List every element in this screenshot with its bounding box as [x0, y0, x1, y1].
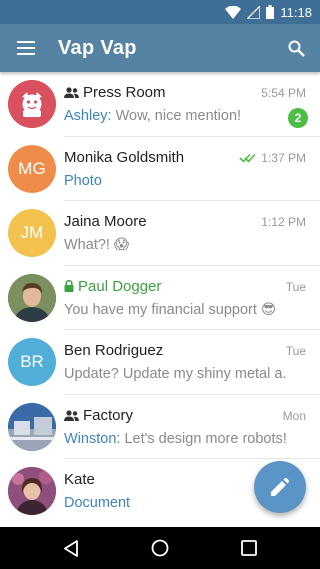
menu-button[interactable]: [2, 24, 50, 72]
chat-row-monika-goldsmith[interactable]: MG Monika Goldsmith 1:37 PM Photo: [0, 137, 320, 201]
message-text: Wow, nice mention!: [111, 108, 242, 124]
chat-name: Jaina Moore: [64, 213, 147, 230]
profile-photo: [8, 273, 56, 322]
avatar: JM: [8, 209, 56, 257]
back-icon: [63, 539, 78, 557]
app-title: Vap Vap: [58, 36, 137, 59]
home-icon: [151, 539, 169, 557]
recents-button[interactable]: [229, 528, 269, 568]
chat-message: Ashley: Wow, nice mention!: [64, 108, 242, 124]
navigation-bar: [0, 527, 320, 569]
chat-message: Photo: [64, 172, 102, 189]
chat-time: Tue: [285, 279, 306, 294]
chat-row-ben-rodriguez[interactable]: BR Ben Rodriguez Tue Update? Update my s…: [0, 330, 320, 395]
chat-name: Monika Goldsmith: [64, 149, 184, 166]
chat-name: Paul Dogger: [64, 278, 161, 295]
chat-time: 5:54 PM: [261, 86, 306, 100]
avatar: [8, 273, 56, 322]
compose-button[interactable]: [254, 461, 306, 513]
double-check-icon: [239, 153, 256, 163]
chat-message: Update? Update my shiny metal a...: [64, 366, 286, 382]
chat-message: What?! 😱: [64, 237, 130, 253]
avatar-initials: JM: [20, 223, 44, 242]
chat-name: Press Room: [64, 84, 166, 101]
dog-logo-icon: [8, 80, 56, 128]
avatar: [8, 467, 56, 515]
recents-icon: [241, 540, 258, 556]
chat-time: Tue: [285, 344, 306, 358]
chat-message: Winston: Let's design more robots!: [64, 430, 286, 447]
wifi-icon: [225, 5, 242, 19]
chat-message: Document: [64, 495, 131, 511]
chat-row-factory[interactable]: Factory Mon Winston: Let's design more r…: [0, 395, 320, 459]
chat-row-press-room[interactable]: Press Room 5:54 PM Ashley: Wow, nice men…: [0, 72, 320, 137]
profile-photo: [8, 467, 56, 515]
chat-name: Factory: [64, 407, 133, 424]
message-text: Let's design more robots!: [120, 430, 286, 447]
message-sender: Ashley: [64, 108, 108, 124]
search-icon: [288, 40, 305, 57]
avatar: [8, 80, 56, 128]
chat-list: Press Room 5:54 PM Ashley: Wow, nice men…: [0, 72, 320, 527]
chat-time: 1:12 PM: [261, 215, 306, 229]
hamburger-menu-icon: [17, 41, 35, 55]
chat-message: You have my financial support 😎: [64, 301, 277, 318]
chat-name: Kate: [64, 471, 95, 488]
group-icon: [64, 409, 79, 421]
battery-icon: [266, 5, 275, 19]
lock-icon: [64, 280, 74, 292]
group-photo: [8, 402, 56, 451]
chat-name-label: Press Room: [83, 84, 166, 101]
status-time: 11:18: [280, 4, 312, 20]
chat-time: 1:37 PM: [239, 151, 306, 165]
avatar: BR: [8, 338, 56, 386]
chat-name-label: Factory: [83, 406, 134, 424]
chat-name: Ben Rodriguez: [64, 342, 163, 359]
chat-row-jaina-moore[interactable]: JM Jaina Moore 1:12 PM What?! 😱: [0, 201, 320, 266]
group-icon: [64, 87, 79, 98]
avatar: MG: [8, 144, 56, 193]
avatar-initials: MG: [18, 158, 46, 178]
unread-badge: 2: [288, 108, 308, 128]
search-button[interactable]: [272, 24, 320, 72]
avatar: [8, 402, 56, 451]
chat-time: Mon: [282, 408, 306, 423]
chat-name-label: Kate: [64, 471, 95, 488]
avatar-initials: BR: [20, 352, 44, 371]
chat-name-label: Ben Rodriguez: [64, 342, 164, 359]
status-bar: 11:18: [0, 0, 320, 24]
home-button[interactable]: [140, 528, 180, 568]
message-sender: Winston: [64, 430, 117, 447]
chat-name-label: Monika Goldsmith: [64, 148, 185, 166]
chat-row-paul-dogger[interactable]: Paul Dogger Tue You have my financial su…: [0, 266, 320, 330]
pencil-icon: [271, 478, 289, 496]
signal-icon: [247, 5, 261, 19]
chat-name-label: Jaina Moore: [64, 213, 147, 230]
back-button[interactable]: [51, 528, 91, 568]
app-bar: Vap Vap: [0, 24, 320, 72]
chat-name-label: Paul Dogger: [78, 277, 162, 295]
